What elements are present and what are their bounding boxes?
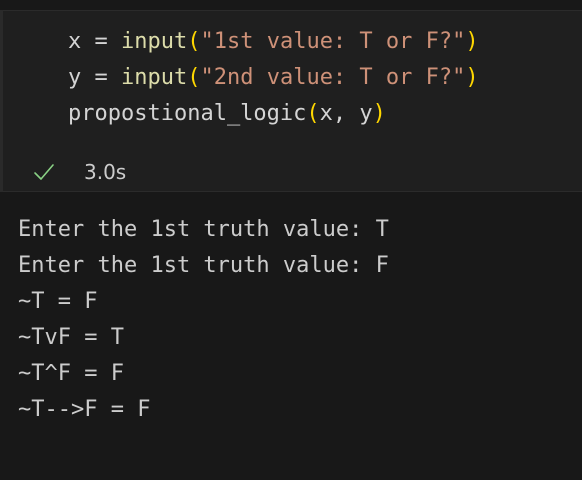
code-token-args: x, y bbox=[319, 101, 373, 126]
code-token-paren: ) bbox=[465, 65, 479, 90]
check-icon bbox=[34, 164, 54, 180]
output-line: ~T^F = F bbox=[18, 361, 124, 386]
code-token-paren: ) bbox=[465, 29, 479, 54]
code-token-string: "2nd value: T or F?" bbox=[200, 65, 466, 90]
code-line-3: propostional_logic(x, y) bbox=[68, 96, 479, 132]
cell-execution-status: 3.0s bbox=[32, 156, 126, 188]
code-token-string: "1st value: T or F?" bbox=[200, 29, 466, 54]
code-token-paren: ( bbox=[187, 65, 201, 90]
cell-gutter bbox=[0, 10, 3, 192]
output-line: Enter the 1st truth value: T bbox=[18, 217, 389, 242]
code-token-fn: input bbox=[121, 65, 188, 90]
code-token-var: x bbox=[68, 29, 82, 54]
code-token-paren: ( bbox=[306, 101, 320, 126]
code-token-op: = bbox=[81, 65, 121, 90]
code-line-2: y = input("2nd value: T or F?") bbox=[68, 60, 479, 96]
code-token-paren: ) bbox=[372, 101, 386, 126]
execution-duration: 3.0s bbox=[84, 160, 127, 184]
code-token-var: y bbox=[68, 65, 82, 90]
code-token-op: = bbox=[81, 29, 121, 54]
output-line: ~TvF = T bbox=[18, 325, 124, 350]
code-token-fn: input bbox=[121, 29, 188, 54]
output-line: ~T = F bbox=[18, 289, 98, 314]
cell-top-spacer bbox=[0, 0, 582, 10]
output-line: Enter the 1st truth value: F bbox=[18, 253, 389, 278]
notebook-view: x = input("1st value: T or F?") y = input… bbox=[0, 0, 582, 480]
code-token-paren: ( bbox=[187, 29, 201, 54]
code-token-fn-call: propostional_logic bbox=[68, 101, 307, 126]
code-editor[interactable]: x = input("1st value: T or F?") y = input… bbox=[68, 24, 479, 132]
cell-output: Enter the 1st truth value: T Enter the 1s… bbox=[18, 212, 389, 428]
code-line-1: x = input("1st value: T or F?") bbox=[68, 24, 479, 60]
output-line: ~T-->F = F bbox=[18, 397, 151, 422]
